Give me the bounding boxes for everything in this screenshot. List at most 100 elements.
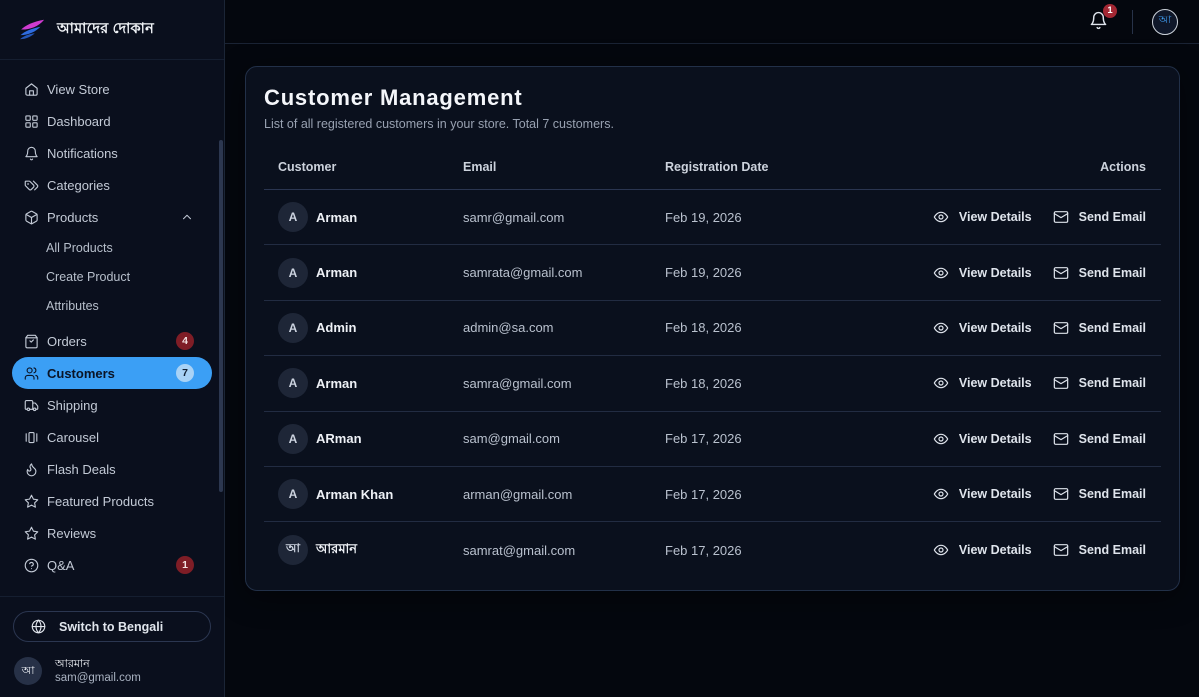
actions-cell: View Details Send Email — [933, 209, 1146, 225]
mail-icon — [1053, 431, 1069, 447]
send-email-button[interactable]: Send Email — [1053, 209, 1146, 225]
customer-email: samrat@gmail.com — [463, 543, 665, 558]
sidebar-item-dashboard[interactable]: Dashboard — [12, 105, 212, 137]
flame-icon — [24, 462, 39, 477]
customer-cell: A Arman Khan — [278, 479, 463, 509]
send-email-button[interactable]: Send Email — [1053, 375, 1146, 391]
sidebar-item-reviews[interactable]: Reviews — [12, 517, 212, 549]
sidebar-item-carousel[interactable]: Carousel — [12, 421, 212, 453]
chevron-up-icon — [180, 210, 194, 224]
users-icon — [24, 366, 39, 381]
column-header-customer: Customer — [278, 160, 463, 174]
sidebar-subitem-all-products[interactable]: All Products — [12, 233, 212, 262]
sidebar-item-notifications[interactable]: Notifications — [12, 137, 212, 169]
sidebar-item-customers[interactable]: Customers7 — [12, 357, 212, 389]
sidebar-subitem-attributes[interactable]: Attributes — [12, 291, 212, 320]
customer-name: Arman — [316, 265, 357, 280]
mail-icon — [1053, 320, 1069, 336]
content-column: 1 আ Customer Management List of all regi… — [225, 0, 1199, 697]
globe-icon — [31, 619, 46, 634]
view-details-button[interactable]: View Details — [933, 209, 1032, 225]
customer-email: samr@gmail.com — [463, 210, 665, 225]
mail-icon — [1053, 542, 1069, 558]
language-switch-label: Switch to Bengali — [59, 620, 163, 634]
brand-header[interactable]: আমাদের দোকান — [0, 0, 224, 60]
notifications-bell-button[interactable]: 1 — [1089, 11, 1111, 33]
tags-icon — [24, 178, 39, 193]
send-email-button[interactable]: Send Email — [1053, 542, 1146, 558]
view-details-button[interactable]: View Details — [933, 431, 1032, 447]
actions-cell: View Details Send Email — [933, 486, 1146, 502]
sidebar-profile[interactable]: আ আরমান sam@gmail.com — [13, 657, 211, 685]
eye-icon — [933, 265, 949, 281]
registration-date: Feb 19, 2026 — [665, 265, 933, 280]
sidebar: আমাদের দোকান View StoreDashboardNotifica… — [0, 0, 225, 697]
customer-avatar: A — [278, 424, 308, 454]
customer-avatar: আ — [278, 535, 308, 565]
customers-table: Customer Email Registration Date Actions… — [264, 145, 1161, 578]
customer-avatar: A — [278, 313, 308, 343]
column-header-date: Registration Date — [665, 160, 1100, 174]
grid-icon — [24, 114, 39, 129]
view-details-button[interactable]: View Details — [933, 320, 1032, 336]
view-details-button[interactable]: View Details — [933, 265, 1032, 281]
user-avatar-button[interactable]: আ — [1152, 9, 1178, 35]
sidebar-scrollbar[interactable] — [219, 140, 223, 492]
customer-row: আআরমানsamrat@gmail.comFeb 17, 2026View D… — [264, 522, 1161, 577]
customer-avatar: A — [278, 368, 308, 398]
send-email-button[interactable]: Send Email — [1053, 486, 1146, 502]
sidebar-item-shipping[interactable]: Shipping — [12, 389, 212, 421]
customer-email: samrata@gmail.com — [463, 265, 665, 280]
profile-name: আরমান — [55, 657, 141, 671]
customer-row: AArmansamrata@gmail.comFeb 19, 2026View … — [264, 245, 1161, 300]
package-icon — [24, 210, 39, 225]
app-window: আমাদের দোকান View StoreDashboardNotifica… — [0, 0, 1199, 697]
globe-icon — [31, 619, 46, 634]
customer-email: admin@sa.com — [463, 320, 665, 335]
table-header-row: Customer Email Registration Date Actions — [264, 145, 1161, 190]
mail-icon — [1053, 486, 1069, 502]
customer-row: AArmansamra@gmail.comFeb 18, 2026View De… — [264, 356, 1161, 411]
customer-row: AArmansamr@gmail.comFeb 19, 2026View Det… — [264, 190, 1161, 245]
sidebar-item-featured-products[interactable]: Featured Products — [12, 485, 212, 517]
language-switch-button[interactable]: Switch to Bengali — [13, 611, 211, 642]
registration-date: Feb 17, 2026 — [665, 431, 933, 446]
actions-cell: View Details Send Email — [933, 431, 1146, 447]
sidebar-item-flash-deals[interactable]: Flash Deals — [12, 453, 212, 485]
customer-cell: AArman — [278, 368, 463, 398]
eye-icon — [933, 209, 949, 225]
send-email-button[interactable]: Send Email — [1053, 320, 1146, 336]
send-email-button[interactable]: Send Email — [1053, 265, 1146, 281]
registration-date: Feb 17, 2026 — [665, 487, 933, 502]
send-email-button[interactable]: Send Email — [1053, 431, 1146, 447]
brand-name: আমাদের দোকান — [57, 18, 154, 42]
profile-email: sam@gmail.com — [55, 671, 141, 685]
bell-icon — [24, 146, 39, 161]
view-details-button[interactable]: View Details — [933, 542, 1032, 558]
q-a-count-badge: 1 — [176, 556, 194, 574]
customer-row: AAdminadmin@sa.comFeb 18, 2026View Detai… — [264, 301, 1161, 356]
customer-name: Arman Khan — [316, 487, 393, 502]
customers-count-badge: 7 — [176, 364, 194, 382]
bag-icon — [24, 334, 39, 349]
sidebar-item-products[interactable]: Products — [12, 201, 212, 233]
sidebar-item-q-a[interactable]: Q&A1 — [12, 549, 212, 581]
actions-cell: View Details Send Email — [933, 265, 1146, 281]
customer-avatar: A — [278, 479, 308, 509]
sidebar-nav: View StoreDashboardNotificationsCategori… — [0, 60, 224, 596]
customer-row: AArman Khanarman@gmail.comFeb 17, 2026Vi… — [264, 467, 1161, 522]
sidebar-subitem-create-product[interactable]: Create Product — [12, 262, 212, 291]
customer-avatar: A — [278, 202, 308, 232]
profile-avatar: আ — [14, 657, 42, 685]
sidebar-item-view-store[interactable]: View Store — [12, 73, 212, 105]
sidebar-item-orders[interactable]: Orders4 — [12, 325, 212, 357]
view-details-button[interactable]: View Details — [933, 486, 1032, 502]
customer-name: Arman — [316, 210, 357, 225]
view-details-button[interactable]: View Details — [933, 375, 1032, 391]
topbar-divider — [1132, 10, 1133, 34]
orders-count-badge: 4 — [176, 332, 194, 350]
star-icon — [24, 494, 39, 509]
sidebar-item-categories[interactable]: Categories — [12, 169, 212, 201]
mail-icon — [1053, 375, 1069, 391]
sidebar-bottom: Switch to Bengali আ আরমান sam@gmail.com — [0, 596, 224, 697]
